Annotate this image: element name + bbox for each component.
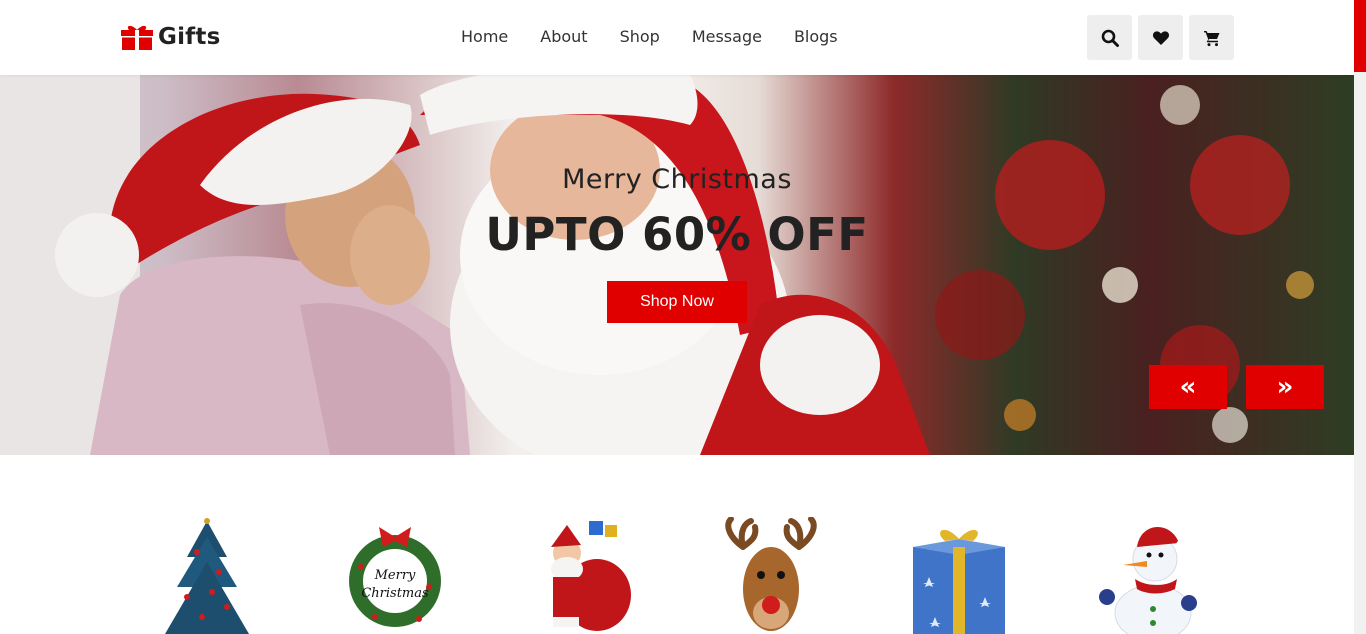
category-gift-box[interactable] — [909, 517, 1009, 634]
cart-icon — [1203, 30, 1219, 46]
logo-text: Gifts — [158, 24, 221, 50]
category-snowman[interactable] — [1097, 517, 1197, 634]
slider-prev-button[interactable]: « — [1149, 365, 1227, 409]
santa-icon — [551, 521, 631, 631]
search-button[interactable] — [1087, 15, 1132, 60]
hero-subtitle: Merry Christmas — [562, 164, 792, 195]
category-reindeer[interactable] — [721, 516, 821, 634]
hero-title: UPTO 60% OFF — [485, 208, 869, 261]
reindeer-icon — [725, 516, 817, 631]
logo[interactable]: Gifts — [121, 22, 220, 52]
cart-button[interactable] — [1189, 15, 1234, 60]
category-santa[interactable] — [533, 517, 633, 634]
nav-message[interactable]: Message — [692, 26, 762, 48]
nav-blogs[interactable]: Blogs — [794, 26, 838, 48]
wishlist-button[interactable] — [1138, 15, 1183, 60]
scrollbar-thumb[interactable] — [1354, 0, 1366, 72]
category-christmas-tree[interactable] — [157, 517, 257, 634]
nav-home[interactable]: Home — [461, 26, 508, 48]
merry-christmas-wreath-icon: Merry Christmas — [349, 527, 441, 627]
svg-text:Christmas: Christmas — [361, 586, 429, 601]
christmas-tree-icon — [165, 518, 249, 634]
hero-banner: Merry Christmas UPTO 60% OFF Shop Now « … — [0, 75, 1354, 455]
svg-text:Merry: Merry — [374, 568, 416, 583]
nav-about[interactable]: About — [540, 26, 587, 48]
header-actions — [1087, 15, 1240, 60]
search-icon — [1101, 29, 1119, 47]
category-strip: Merry Christmas — [0, 455, 1354, 634]
nav-shop[interactable]: Shop — [620, 26, 660, 48]
main-nav: Home About Shop Message Blogs — [461, 26, 870, 48]
shop-now-button[interactable]: Shop Now — [607, 281, 747, 323]
gift-box-icon — [913, 529, 1005, 634]
gift-icon — [121, 25, 153, 50]
category-wreath[interactable]: Merry Christmas — [345, 517, 445, 634]
slider-next-button[interactable]: » — [1246, 365, 1324, 409]
site-header: Gifts Home About Shop Message Blogs — [0, 0, 1354, 75]
page-scrollbar[interactable] — [1354, 0, 1366, 634]
snowman-icon — [1099, 526, 1197, 634]
heart-icon — [1152, 30, 1169, 45]
